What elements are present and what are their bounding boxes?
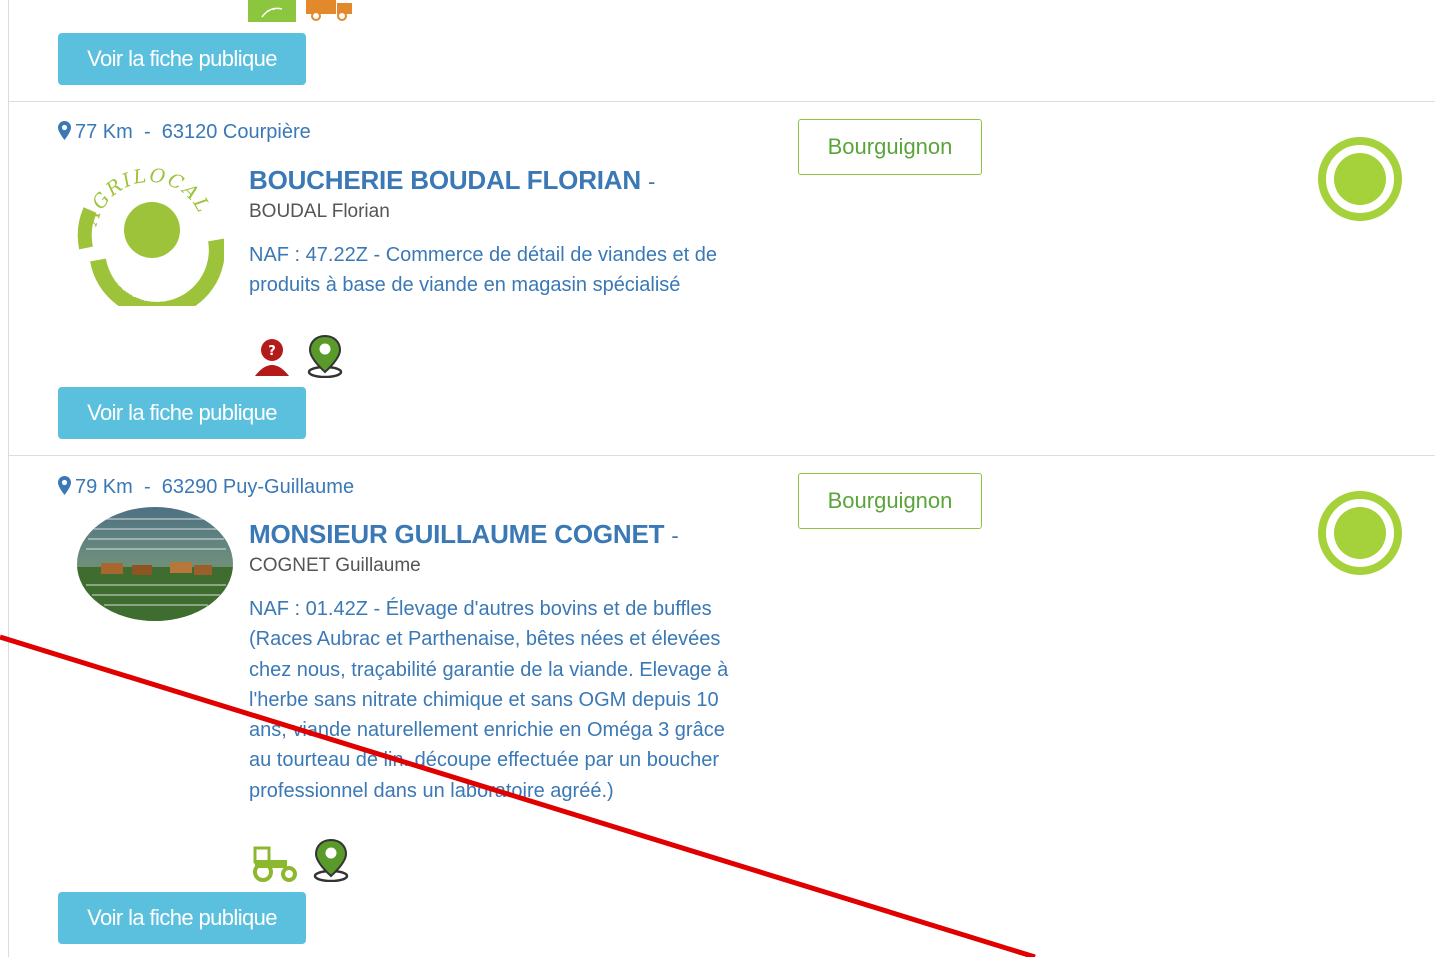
agrilocal-logo: AGRILOCAL RÉSEAU NATIONAL <box>76 160 225 318</box>
map-marker-icon <box>58 121 71 140</box>
postal-city: 63290 Puy-Guillaume <box>161 476 355 498</box>
target-icon <box>1316 137 1406 228</box>
producer-name[interactable]: MONSIEUR GUILLAUME COGNET - <box>249 519 679 550</box>
location-pin-icon <box>305 334 345 383</box>
svg-text:?: ? <box>268 344 276 359</box>
producer-icons <box>251 838 351 887</box>
view-public-profile-button[interactable]: Voir la fiche publique <box>58 892 306 944</box>
location-pin-icon <box>311 838 351 887</box>
postal-city: 63120 Courpière <box>161 121 311 143</box>
delivery-truck-icon <box>306 0 354 27</box>
owner-name: BOUDAL Florian <box>249 201 390 222</box>
card-divider <box>9 455 1435 456</box>
farm-cattle-photo <box>76 505 234 628</box>
separator: - <box>143 121 151 143</box>
location-line: 79 Km - 63290 Puy-Guillaume <box>58 476 354 499</box>
view-public-profile-button[interactable]: Voir la fiche publique <box>58 33 306 85</box>
breed-tag: Bourguignon <box>798 119 982 175</box>
producer-icons: ? <box>251 334 345 383</box>
distance: 77 Km <box>75 121 133 143</box>
view-public-profile-button[interactable]: Voir la fiche publique <box>58 387 306 439</box>
unknown-person-icon: ? <box>251 336 293 383</box>
naf-description: NAF : 01.42Z - Élevage d'autres bovins e… <box>249 598 729 802</box>
map-marker-icon <box>58 476 71 495</box>
separator: - <box>143 476 151 498</box>
naf-description: NAF : 47.22Z - Commerce de détail de via… <box>249 244 718 297</box>
organic-label-icon <box>248 0 298 27</box>
location-line: 77 Km - 63120 Courpière <box>58 121 311 144</box>
owner-name: COGNET Guillaume <box>249 555 421 576</box>
top-card-icons <box>248 0 354 27</box>
distance: 79 Km <box>75 476 133 498</box>
list-left-border <box>8 0 9 957</box>
tractor-icon <box>251 842 299 887</box>
producer-name[interactable]: BOUCHERIE BOUDAL FLORIAN - <box>249 165 655 196</box>
card-divider <box>9 101 1435 102</box>
target-icon <box>1316 491 1406 582</box>
breed-tag: Bourguignon <box>798 473 982 529</box>
